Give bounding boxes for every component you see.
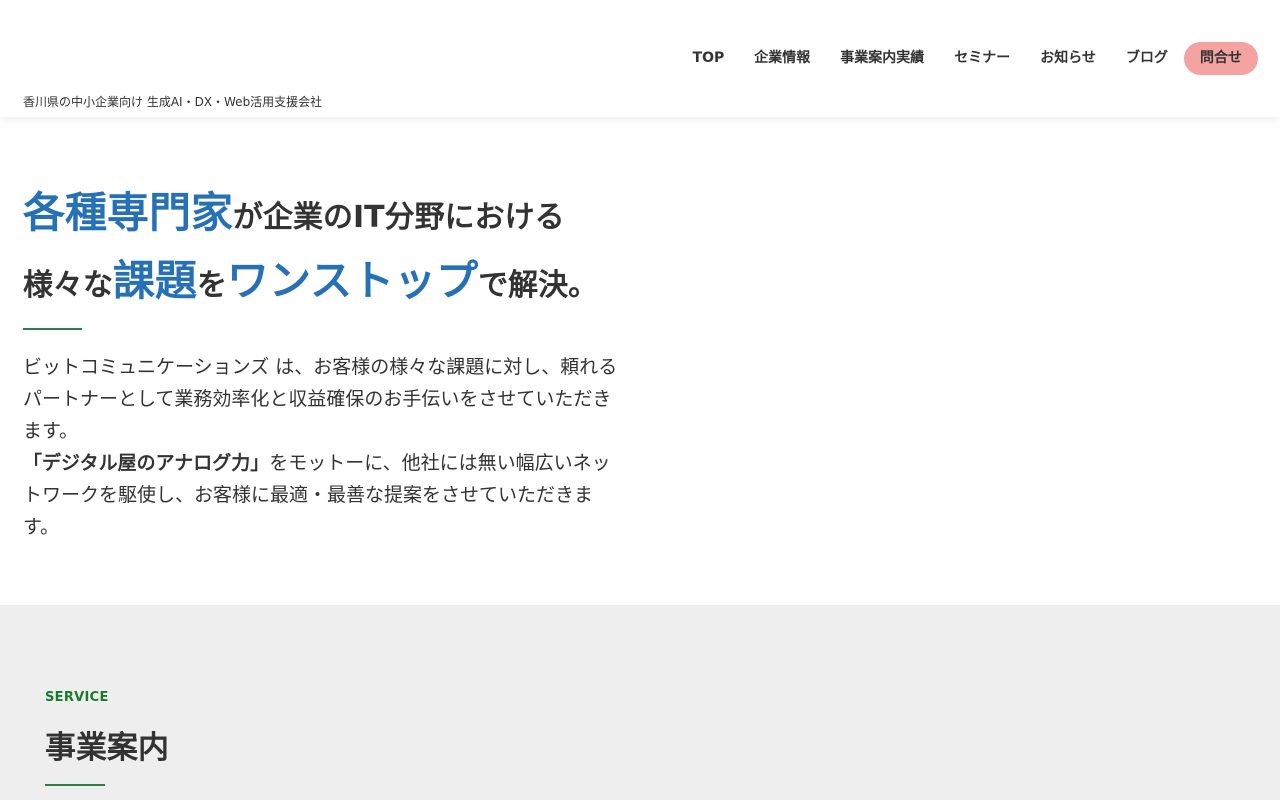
hero-accent-issues: 課題 bbox=[113, 256, 198, 305]
hero-section: 各種専門家が企業のIT分野における 様々な課題をワンストップで解決。 ビットコミ… bbox=[0, 117, 1280, 605]
service-section-title: 事業案内 bbox=[45, 730, 169, 766]
nav-contact-button[interactable]: 問合せ bbox=[1184, 42, 1258, 75]
hero-divider bbox=[23, 328, 82, 330]
hero-accent-one-stop: ワンストップ bbox=[227, 256, 479, 305]
nav-company-info[interactable]: 企業情報 bbox=[739, 42, 825, 75]
service-section-label: SERVICE bbox=[45, 690, 109, 705]
service-divider bbox=[45, 784, 105, 786]
hero-heading: 各種専門家が企業のIT分野における 様々な課題をワンストップで解決。 bbox=[23, 187, 663, 323]
hero-heading-line-1: 各種専門家が企業のIT分野における bbox=[23, 187, 663, 255]
hero-accent-experts: 各種専門家 bbox=[23, 188, 234, 237]
hero-heading-line-2: 様々な課題をワンストップで解決。 bbox=[23, 255, 663, 323]
nav-top[interactable]: TOP bbox=[678, 42, 740, 75]
hero-heading-text: が企業のIT分野における bbox=[233, 200, 565, 235]
site-header: TOP 企業情報 事業案内実績 セミナー お知らせ ブログ 問合せ 香川県の中小… bbox=[0, 0, 1280, 117]
nav-news[interactable]: お知らせ bbox=[1025, 42, 1111, 75]
hero-paragraph-1: ビットコミュニケーションズ は、お客様の様々な課題に対し、頼れるパートナーとして… bbox=[23, 356, 618, 442]
hero-heading-text: を bbox=[197, 268, 228, 303]
hero-heading-text: で解決。 bbox=[478, 268, 599, 303]
service-section: SERVICE 事業案内 bbox=[0, 605, 1280, 800]
nav-seminar[interactable]: セミナー bbox=[939, 42, 1025, 75]
hero-heading-text: 様々な bbox=[23, 268, 113, 303]
nav-business-results[interactable]: 事業案内実績 bbox=[825, 42, 939, 75]
nav-blog[interactable]: ブログ bbox=[1111, 42, 1183, 75]
global-nav: TOP 企業情報 事業案内実績 セミナー お知らせ ブログ 問合せ bbox=[678, 42, 1258, 75]
hero-description: ビットコミュニケーションズ は、お客様の様々な課題に対し、頼れるパートナーとして… bbox=[23, 351, 623, 543]
hero-motto: 「デジタル屋のアナログ力」 bbox=[23, 452, 270, 474]
site-tagline: 香川県の中小企業向け 生成AI・DX・Web活用支援会社 bbox=[23, 95, 323, 109]
